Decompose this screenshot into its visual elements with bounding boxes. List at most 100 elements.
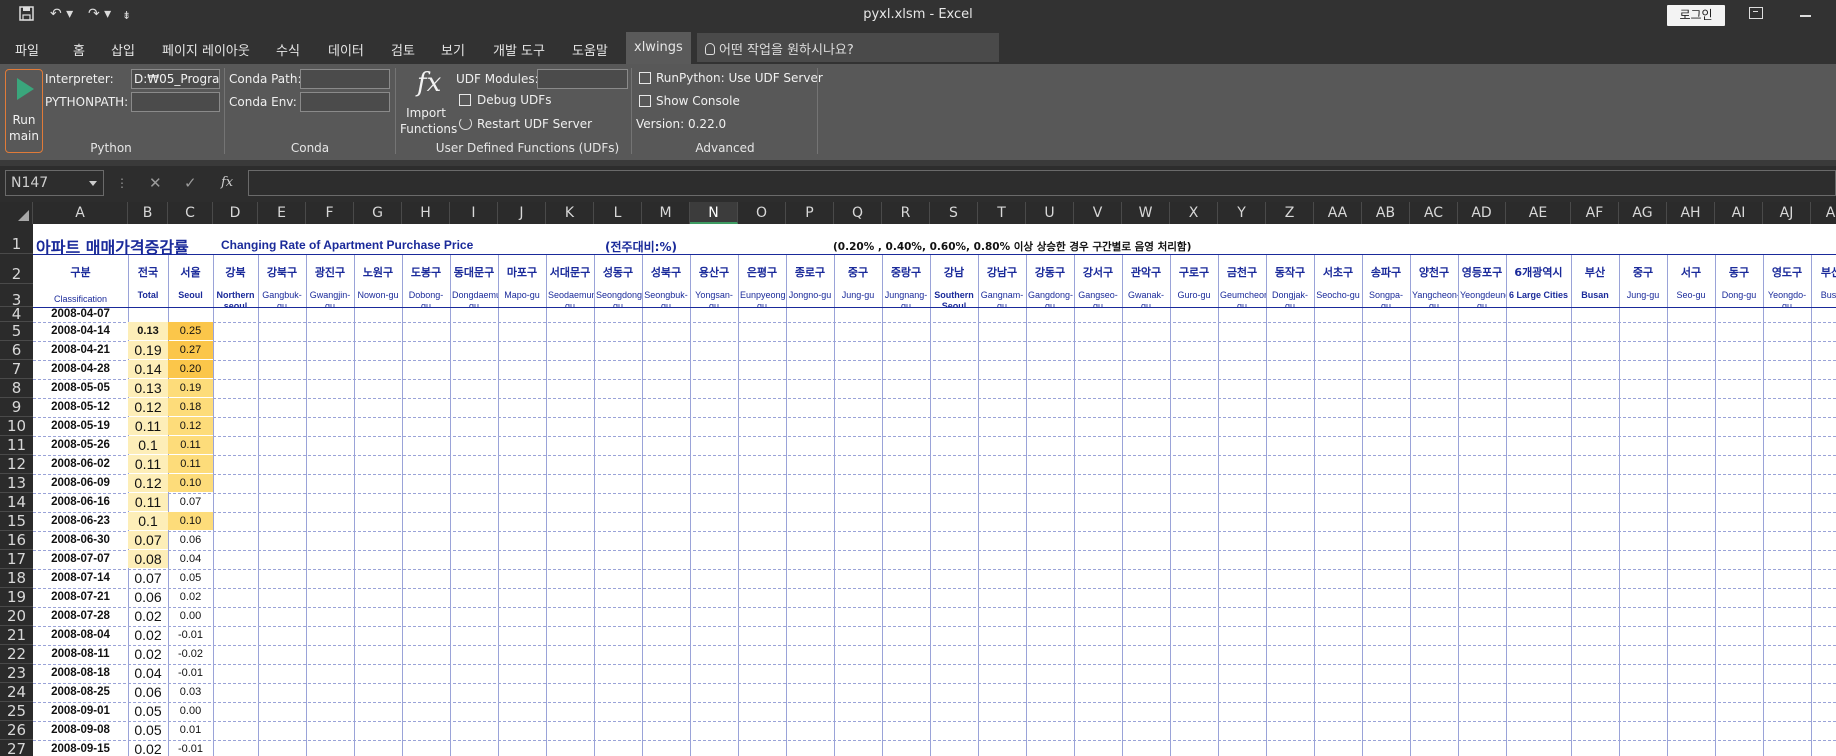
conda-env-input[interactable] <box>300 92 390 112</box>
tab-developer[interactable]: 개발 도구 <box>493 40 545 59</box>
column-header-s[interactable]: S <box>930 202 978 224</box>
date-cell[interactable]: 2008-04-07 <box>33 307 128 322</box>
column-header-y[interactable]: Y <box>1218 202 1266 224</box>
row-header-23[interactable]: 23 <box>0 664 33 683</box>
total-cell[interactable]: 0.1 <box>128 436 168 454</box>
date-cell[interactable]: 2008-04-14 <box>33 322 128 341</box>
row-header-1[interactable]: 1 <box>0 224 33 254</box>
date-cell[interactable]: 2008-07-21 <box>33 588 128 607</box>
formula-input[interactable] <box>248 170 1836 196</box>
total-cell[interactable]: 0.13 <box>128 379 168 397</box>
row-header-3[interactable]: 3 <box>0 284 33 309</box>
row-header-15[interactable]: 15 <box>0 512 33 531</box>
seoul-cell[interactable]: 0.01 <box>168 721 213 739</box>
row-header-27[interactable]: 27 <box>0 740 33 756</box>
row-header-26[interactable]: 26 <box>0 721 33 740</box>
row-header-14[interactable]: 14 <box>0 493 33 512</box>
column-header-b[interactable]: B <box>128 202 168 224</box>
seoul-cell[interactable]: 0.27 <box>168 341 213 359</box>
row-header-13[interactable]: 13 <box>0 474 33 493</box>
seoul-cell[interactable]: -0.01 <box>168 740 213 756</box>
chevron-down-icon[interactable] <box>89 181 97 186</box>
row-header-12[interactable]: 12 <box>0 455 33 474</box>
column-header-q[interactable]: Q <box>834 202 882 224</box>
total-cell[interactable]: 0.1 <box>128 512 168 530</box>
total-cell[interactable]: 0.08 <box>128 550 168 568</box>
tab-xlwings[interactable]: xlwings <box>626 32 691 64</box>
debug-udfs-checkbox[interactable] <box>459 94 471 106</box>
tab-help[interactable]: 도움말 <box>572 40 608 59</box>
seoul-cell[interactable]: 0.20 <box>168 360 213 378</box>
date-cell[interactable]: 2008-09-01 <box>33 702 128 721</box>
row-header-10[interactable]: 10 <box>0 417 33 436</box>
seoul-cell[interactable]: 0.03 <box>168 683 213 701</box>
date-cell[interactable]: 2008-06-16 <box>33 493 128 512</box>
column-header-m[interactable]: M <box>642 202 690 224</box>
total-cell[interactable]: 0.06 <box>128 588 168 606</box>
ribbon-display-options-icon[interactable] <box>1749 7 1763 19</box>
date-cell[interactable]: 2008-05-19 <box>33 417 128 436</box>
insert-function-icon[interactable]: fx <box>221 175 233 190</box>
total-cell[interactable]: 0.02 <box>128 740 168 756</box>
seoul-cell[interactable] <box>168 307 213 321</box>
date-cell[interactable]: 2008-05-12 <box>33 398 128 417</box>
seoul-cell[interactable]: 0.11 <box>168 436 213 454</box>
date-cell[interactable]: 2008-05-26 <box>33 436 128 455</box>
enter-icon[interactable]: ✓ <box>184 174 197 192</box>
column-header-r[interactable]: R <box>882 202 930 224</box>
tab-home[interactable]: 홈 <box>73 40 85 59</box>
column-header-e[interactable]: E <box>258 202 306 224</box>
date-cell[interactable]: 2008-06-30 <box>33 531 128 550</box>
column-header-w[interactable]: W <box>1122 202 1170 224</box>
cell-area[interactable]: 아파트 매매가격증감률 Changing Rate of Apartment P… <box>33 224 1836 756</box>
date-cell[interactable]: 2008-09-08 <box>33 721 128 740</box>
total-cell[interactable]: 0.12 <box>128 398 168 416</box>
column-header-z[interactable]: Z <box>1266 202 1314 224</box>
tab-formulas[interactable]: 수식 <box>276 40 300 59</box>
row-header-17[interactable]: 17 <box>0 550 33 569</box>
date-cell[interactable]: 2008-04-21 <box>33 341 128 360</box>
column-header-aj[interactable]: AJ <box>1763 202 1811 224</box>
select-all-corner[interactable] <box>0 202 33 224</box>
column-header-x[interactable]: X <box>1170 202 1218 224</box>
total-cell[interactable]: 0.04 <box>128 664 168 682</box>
seoul-cell[interactable]: 0.05 <box>168 569 213 587</box>
date-cell[interactable]: 2008-06-23 <box>33 512 128 531</box>
date-cell[interactable]: 2008-06-02 <box>33 455 128 474</box>
seoul-cell[interactable]: 0.10 <box>168 512 213 530</box>
column-header-u[interactable]: U <box>1026 202 1074 224</box>
column-header-p[interactable]: P <box>786 202 834 224</box>
total-cell[interactable]: 0.12 <box>128 474 168 492</box>
seoul-cell[interactable]: 0.00 <box>168 607 213 625</box>
total-cell[interactable]: 0.19 <box>128 341 168 359</box>
column-header-ab[interactable]: AB <box>1362 202 1410 224</box>
total-cell[interactable]: 0.13 <box>128 322 168 340</box>
total-cell[interactable]: 0.02 <box>128 645 168 663</box>
date-cell[interactable]: 2008-04-28 <box>33 360 128 379</box>
column-header-ae[interactable]: AE <box>1506 202 1571 224</box>
column-header-ai[interactable]: AI <box>1715 202 1763 224</box>
row-header-20[interactable]: 20 <box>0 607 33 626</box>
date-cell[interactable]: 2008-07-14 <box>33 569 128 588</box>
seoul-cell[interactable]: -0.01 <box>168 664 213 682</box>
total-cell[interactable]: 0.06 <box>128 683 168 701</box>
total-cell[interactable]: 0.02 <box>128 626 168 644</box>
import-functions-icon[interactable]: fx <box>417 68 441 98</box>
refresh-icon[interactable] <box>459 117 472 130</box>
column-header-o[interactable]: O <box>738 202 786 224</box>
total-cell[interactable]: 0.07 <box>128 531 168 549</box>
show-console-checkbox[interactable] <box>639 95 651 107</box>
column-header-aa[interactable]: AA <box>1314 202 1362 224</box>
runpython-udf-checkbox[interactable] <box>639 72 651 84</box>
udf-modules-input[interactable] <box>537 69 628 89</box>
date-cell[interactable]: 2008-08-18 <box>33 664 128 683</box>
row-header-5[interactable]: 5 <box>0 322 33 341</box>
total-cell[interactable]: 0.05 <box>128 702 168 720</box>
column-header-f[interactable]: F <box>306 202 354 224</box>
cancel-icon[interactable]: ✕ <box>149 174 162 192</box>
column-header-c[interactable]: C <box>168 202 213 224</box>
column-header-ad[interactable]: AD <box>1458 202 1506 224</box>
column-header-d[interactable]: D <box>213 202 258 224</box>
row-header-8[interactable]: 8 <box>0 379 33 398</box>
total-cell[interactable]: 0.07 <box>128 569 168 587</box>
